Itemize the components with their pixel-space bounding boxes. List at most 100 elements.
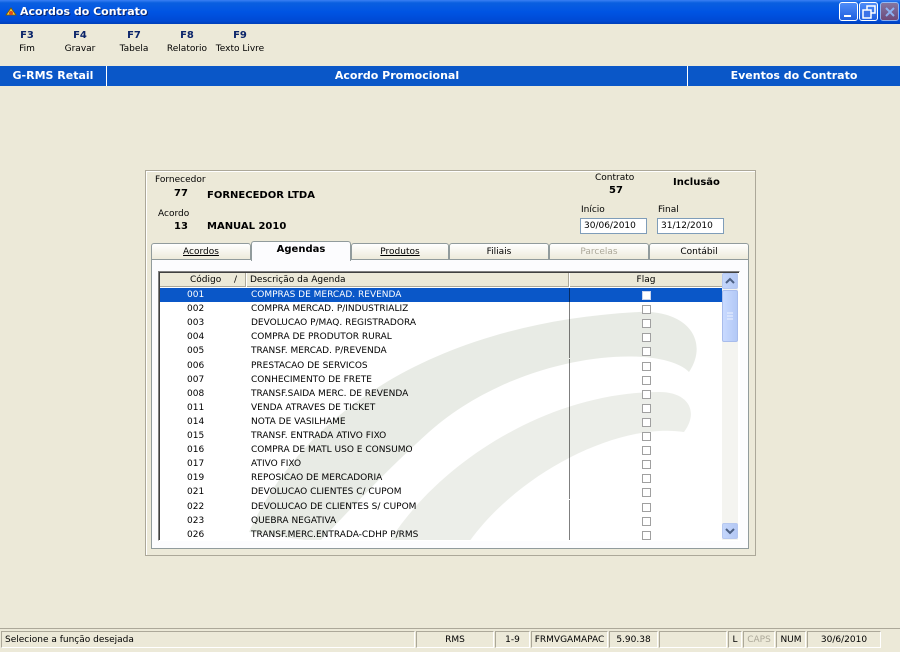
row-descricao: DEVOLUCAO P/MAQ. REGISTRADORA [251,318,416,329]
column-header-flag[interactable]: Flag [570,273,722,287]
fkey-label: Tabela [119,44,149,54]
row-flag-checkbox[interactable] [642,446,651,456]
row-flag-checkbox[interactable] [642,403,651,413]
table-row[interactable]: 007 CONHECIMENTO DE FRETE [160,372,722,387]
table-row[interactable]: 023 QUEBRA NEGATIVA [160,513,722,528]
fkey-fim-button[interactable]: F3 Fim [13,30,41,54]
column-header-label: Descrição da Agenda [250,275,346,285]
final-date-field[interactable]: 31/12/2010 [657,218,724,234]
row-codigo: 021 [187,487,205,498]
table-row[interactable]: 001 COMPRAS DE MERCAD. REVENDA [160,288,722,302]
row-flag-checkbox[interactable] [642,432,651,441]
inicio-date-field[interactable]: 30/06/2010 [580,218,647,234]
table-row[interactable]: 019 REPOSICAO DE MERCADORIA [160,471,722,486]
agenda-grid[interactable]: Código / Descrição da Agenda Flag 001 COM… [158,271,740,541]
column-divider [569,400,570,415]
row-flag-checkbox[interactable] [642,291,651,300]
table-row[interactable]: 022 DEVOLUCAO DE CLIENTES S/ CUPOM [160,499,722,514]
row-descricao: REPOSICAO DE MERCADORIA [251,473,383,484]
acordo-label: Acordo [158,209,190,219]
row-flag-checkbox[interactable] [642,417,651,427]
status-num-indicator: NUM [776,631,806,648]
column-divider [569,358,570,373]
fkey-tabela-button[interactable]: F7 Tabela [116,30,152,54]
fkey-label: Texto Livre [215,44,265,54]
column-divider [569,527,570,540]
module-header-bar: G-RMS Retail Acordo Promocional Eventos … [0,66,900,86]
table-row[interactable]: 011 VENDA ATRAVES DE TICKET [160,400,722,415]
fkey-code: F8 [180,30,194,41]
row-flag-checkbox[interactable] [642,361,651,371]
table-row[interactable]: 015 TRANSF. ENTRADA ATIVO FIXO [160,429,722,443]
tab-agendas[interactable]: Agendas [251,241,351,261]
column-header-codigo[interactable]: Código / [160,273,246,287]
row-codigo: 022 [187,501,205,512]
row-flag-checkbox[interactable] [642,474,651,484]
fornecedor-label: Fornecedor [155,175,206,185]
column-header-descricao[interactable]: Descrição da Agenda [247,273,569,287]
table-row[interactable]: 008 TRANSF.SAIDA MERC. DE REVENDA [160,386,722,401]
column-divider [569,386,570,401]
sort-indicator-icon: / [234,275,238,285]
contrato-label: Contrato [595,173,635,183]
tab-acordos[interactable]: Acordos [151,243,251,260]
header-app-name: G-RMS Retail [12,69,94,82]
app-icon [5,7,17,16]
column-divider [569,372,570,387]
row-codigo: 005 [187,346,205,357]
row-flag-checkbox[interactable] [642,333,651,343]
tab-contabil[interactable]: Contábil [649,243,749,260]
row-flag-checkbox[interactable] [642,375,651,385]
table-row[interactable]: 021 DEVOLUCAO CLIENTES C/ CUPOM [160,485,722,500]
chevron-up-icon [725,277,735,284]
scroll-up-button[interactable] [722,273,738,289]
table-row[interactable]: 026 TRANSF.MERC.ENTRADA-CDHP P/RMS [160,527,722,540]
row-descricao: VENDA ATRAVES DE TICKET [251,402,376,413]
row-flag-checkbox[interactable] [642,516,651,526]
row-flag-checkbox[interactable] [642,305,651,315]
row-flag-checkbox[interactable] [642,460,651,470]
status-system: RMS [416,631,494,648]
table-row[interactable]: 016 COMPRA DE MATL USO E CONSUMO [160,443,722,458]
row-descricao: COMPRA DE PRODUTOR RURAL [251,332,392,343]
row-descricao: COMPRAS DE MERCAD. REVENDA [251,290,402,300]
fkey-label: Fim [19,44,35,54]
row-codigo: 017 [187,459,205,470]
fkey-texto-livre-button[interactable]: F9 Texto Livre [214,30,266,54]
column-divider [569,443,570,458]
row-flag-checkbox[interactable] [642,347,651,357]
row-flag-checkbox[interactable] [642,502,651,512]
final-label: Final [658,205,679,215]
tab-parcelas: Parcelas [549,243,649,260]
vertical-scrollbar[interactable] [722,273,738,540]
table-row[interactable]: 017 ATIVO FIXO [160,457,722,472]
row-flag-checkbox[interactable] [642,389,651,399]
inicio-label: Início [581,205,605,215]
fkey-relatorio-button[interactable]: F8 Relatorio [165,30,209,54]
table-row[interactable]: 004 COMPRA DE PRODUTOR RURAL [160,330,722,345]
restore-button[interactable] [859,2,878,21]
fkey-gravar-button[interactable]: F4 Gravar [62,30,98,54]
status-date: 30/6/2010 [807,631,881,648]
fkey-code: F9 [233,30,247,41]
acordo-name: MANUAL 2010 [207,221,287,232]
minimize-button[interactable] [839,2,858,21]
table-row[interactable]: 014 NOTA DE VASILHAME [160,414,722,429]
row-flag-checkbox[interactable] [642,488,651,498]
column-header-label: Código [190,275,222,285]
table-row[interactable]: 003 DEVOLUCAO P/MAQ. REGISTRADORA [160,316,722,331]
close-button[interactable] [880,2,899,21]
header-section-title: Eventos do Contrato [730,69,858,82]
table-row[interactable]: 006 PRESTACAO DE SERVICOS [160,358,722,373]
table-row[interactable]: 005 TRANSF. MERCAD. P/REVENDA [160,344,722,359]
status-range: 1-9 [495,631,530,648]
tab-produtos[interactable]: Produtos [351,243,449,260]
row-flag-checkbox[interactable] [642,530,651,540]
row-flag-checkbox[interactable] [642,319,651,329]
scroll-thumb[interactable] [722,290,738,342]
scroll-down-button[interactable] [722,523,738,539]
table-row[interactable]: 002 COMPRA MERCAD. P/INDUSTRIALIZ [160,302,722,317]
function-key-toolbar: F3 Fim F4 Gravar F7 Tabela F8 Relatorio … [0,24,900,66]
title-bar[interactable]: Acordos do Contrato [0,0,900,24]
tab-filiais[interactable]: Filiais [449,243,549,260]
